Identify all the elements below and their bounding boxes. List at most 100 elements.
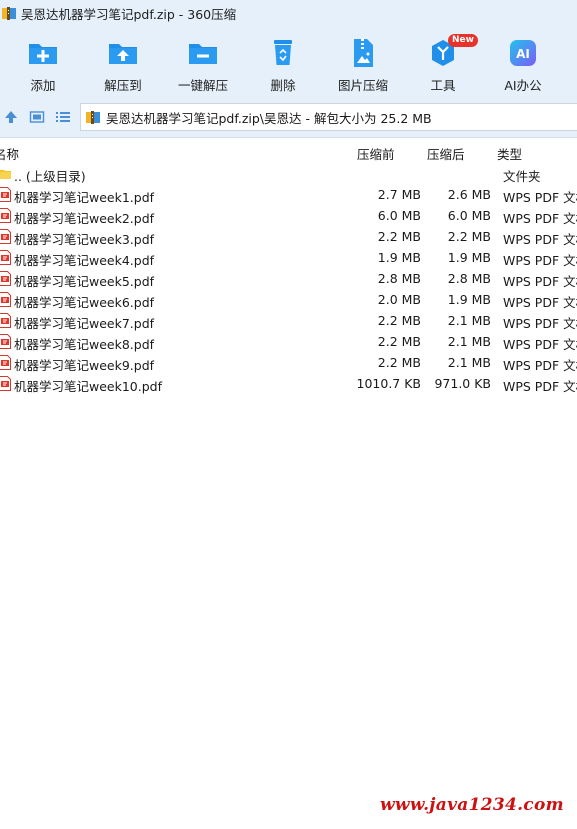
original-size: 971.0 KB xyxy=(434,376,491,391)
compressed-size: 2.2 MB xyxy=(377,229,421,244)
file-row[interactable]: 机器学习笔记week2.pdf 6.0 MB 6.0 MB WPS PDF 文档 xyxy=(0,205,577,226)
file-name: 机器学习笔记week2.pdf xyxy=(14,211,155,226)
file-name: 机器学习笔记week7.pdf xyxy=(14,316,155,331)
file-type: WPS PDF 文档 xyxy=(503,316,577,331)
pdf-file-icon xyxy=(0,292,11,307)
add-label: 添加 xyxy=(30,78,56,93)
title-bar: 吴恩达机器学习笔记pdf.zip - 360压缩 xyxy=(0,0,577,26)
original-size: 2.1 MB xyxy=(447,355,491,370)
ai-office-button[interactable]: AI AI办公 xyxy=(488,36,558,94)
pdf-file-icon xyxy=(0,187,11,202)
file-name: 机器学习笔记week1.pdf xyxy=(14,190,155,205)
pdf-file-icon xyxy=(0,376,11,391)
pdf-file-icon xyxy=(0,313,11,328)
file-type: WPS PDF 文档 xyxy=(503,274,577,289)
image-compress-button[interactable]: 图片压缩 xyxy=(328,36,398,94)
file-row[interactable]: 机器学习笔记week8.pdf 2.2 MB 2.1 MB WPS PDF 文档 xyxy=(0,331,577,352)
compressed-size: 6.0 MB xyxy=(377,208,421,223)
pdf-file-icon xyxy=(0,355,11,370)
extract-to-button[interactable]: 解压到 xyxy=(88,36,158,94)
image-compress-icon xyxy=(354,39,373,67)
original-size: 2.1 MB xyxy=(447,313,491,328)
pdf-file-icon xyxy=(0,208,11,223)
file-list: .. (上级目录) 文件夹机器学习笔记week1.pdf 2.7 MB 2.6 MB W… xyxy=(0,163,577,394)
file-row[interactable]: 机器学习笔记week6.pdf 2.0 MB 1.9 MB WPS PDF 文档 xyxy=(0,289,577,310)
original-size: 2.6 MB xyxy=(447,187,491,202)
tools-button[interactable]: New 工具 xyxy=(408,34,478,94)
add-folder-icon xyxy=(29,44,57,64)
file-type: WPS PDF 文档 xyxy=(503,358,577,373)
original-size: 2.8 MB xyxy=(447,271,491,286)
add-button[interactable]: 添加 xyxy=(8,36,78,94)
column-type[interactable]: 类型 xyxy=(497,144,522,163)
one-click-extract-button[interactable]: 一键解压 xyxy=(168,36,238,94)
delete-label: 删除 xyxy=(270,78,296,93)
new-badge: New xyxy=(448,34,478,47)
ai-office-label: AI办公 xyxy=(504,78,542,93)
pdf-file-icon xyxy=(0,334,11,349)
zip-file-icon xyxy=(86,111,100,124)
tools-label: 工具 xyxy=(430,78,456,93)
file-row[interactable]: 机器学习笔记week10.pdf 1010.7 KB 971.0 KB WPS PDF… xyxy=(0,373,577,394)
original-size: 1.9 MB xyxy=(447,292,491,307)
file-row[interactable]: 机器学习笔记week7.pdf 2.2 MB 2.1 MB WPS PDF 文档 xyxy=(0,310,577,331)
file-type: WPS PDF 文档 xyxy=(503,379,577,394)
original-size: 6.0 MB xyxy=(447,208,491,223)
svg-text:AI: AI xyxy=(516,47,530,61)
file-row[interactable]: 机器学习笔记week1.pdf 2.7 MB 2.6 MB WPS PDF 文档 xyxy=(0,184,577,205)
column-original[interactable]: 压缩后 xyxy=(427,144,465,163)
parent-directory-row[interactable]: .. (上级目录) 文件夹 xyxy=(0,163,577,184)
watermark-text: www.java1234.com xyxy=(380,795,564,815)
window-title: 吴恩达机器学习笔记pdf.zip - 360压缩 xyxy=(21,6,237,22)
file-name: 机器学习笔记week6.pdf xyxy=(14,295,155,310)
file-type: WPS PDF 文档 xyxy=(503,253,577,268)
zip-app-icon xyxy=(2,7,16,20)
compressed-size: 2.2 MB xyxy=(377,355,421,370)
file-name: 机器学习笔记week9.pdf xyxy=(14,358,155,373)
folder-icon xyxy=(0,170,11,179)
file-name: 机器学习笔记week8.pdf xyxy=(14,337,155,352)
compressed-size: 2.2 MB xyxy=(377,334,421,349)
compressed-size: 2.8 MB xyxy=(377,271,421,286)
file-type: WPS PDF 文档 xyxy=(503,295,577,310)
pdf-file-icon xyxy=(0,229,11,244)
compressed-size: 2.2 MB xyxy=(377,313,421,328)
pdf-file-icon xyxy=(0,250,11,265)
compressed-size: 1.9 MB xyxy=(377,250,421,265)
file-row[interactable]: 机器学习笔记week9.pdf 2.2 MB 2.1 MB WPS PDF 文档 xyxy=(0,352,577,373)
file-name: 机器学习笔记week5.pdf xyxy=(14,274,155,289)
thumbnail-view-icon[interactable] xyxy=(29,109,45,125)
delete-button[interactable]: 删除 xyxy=(248,36,318,94)
navigation-bar: 吴恩达机器学习笔记pdf.zip\吴恩达 - 解包大小为 25.2 MB xyxy=(0,96,577,138)
up-arrow-icon[interactable] xyxy=(3,109,19,125)
list-view-icon[interactable] xyxy=(55,109,71,125)
file-type: WPS PDF 文档 xyxy=(503,211,577,226)
file-type: 文件夹 xyxy=(503,169,541,184)
compressed-size: 1010.7 KB xyxy=(356,376,421,391)
file-name: 机器学习笔记week4.pdf xyxy=(14,253,155,268)
file-row[interactable]: 机器学习笔记week4.pdf 1.9 MB 1.9 MB WPS PDF 文档 xyxy=(0,247,577,268)
file-name: .. (上级目录) xyxy=(14,169,86,184)
file-row[interactable]: 机器学习笔记week5.pdf 2.8 MB 2.8 MB WPS PDF 文档 xyxy=(0,268,577,289)
current-path: 吴恩达机器学习笔记pdf.zip\吴恩达 - 解包大小为 25.2 MB xyxy=(106,110,432,126)
file-name: 机器学习笔记week3.pdf xyxy=(14,232,155,247)
address-bar[interactable]: 吴恩达机器学习笔记pdf.zip\吴恩达 - 解包大小为 25.2 MB xyxy=(80,103,577,131)
pdf-file-icon xyxy=(0,271,11,286)
compressed-size: 2.7 MB xyxy=(377,187,421,202)
ai-office-icon: AI xyxy=(510,40,536,66)
one-click-extract-label: 一键解压 xyxy=(177,78,228,93)
original-size: 2.1 MB xyxy=(447,334,491,349)
one-click-extract-icon xyxy=(189,44,217,64)
file-type: WPS PDF 文档 xyxy=(503,337,577,352)
compressed-size: 2.0 MB xyxy=(377,292,421,307)
original-size: 2.2 MB xyxy=(447,229,491,244)
recycle-bin-icon xyxy=(274,40,292,65)
extract-to-icon xyxy=(109,44,137,64)
column-compressed[interactable]: 压缩前 xyxy=(357,144,395,163)
column-name[interactable]: 名称 xyxy=(0,144,19,163)
image-compress-label: 图片压缩 xyxy=(337,78,388,93)
file-name: 机器学习笔记week10.pdf xyxy=(14,379,162,394)
file-type: WPS PDF 文档 xyxy=(503,232,577,247)
original-size: 1.9 MB xyxy=(447,250,491,265)
file-row[interactable]: 机器学习笔记week3.pdf 2.2 MB 2.2 MB WPS PDF 文档 xyxy=(0,226,577,247)
